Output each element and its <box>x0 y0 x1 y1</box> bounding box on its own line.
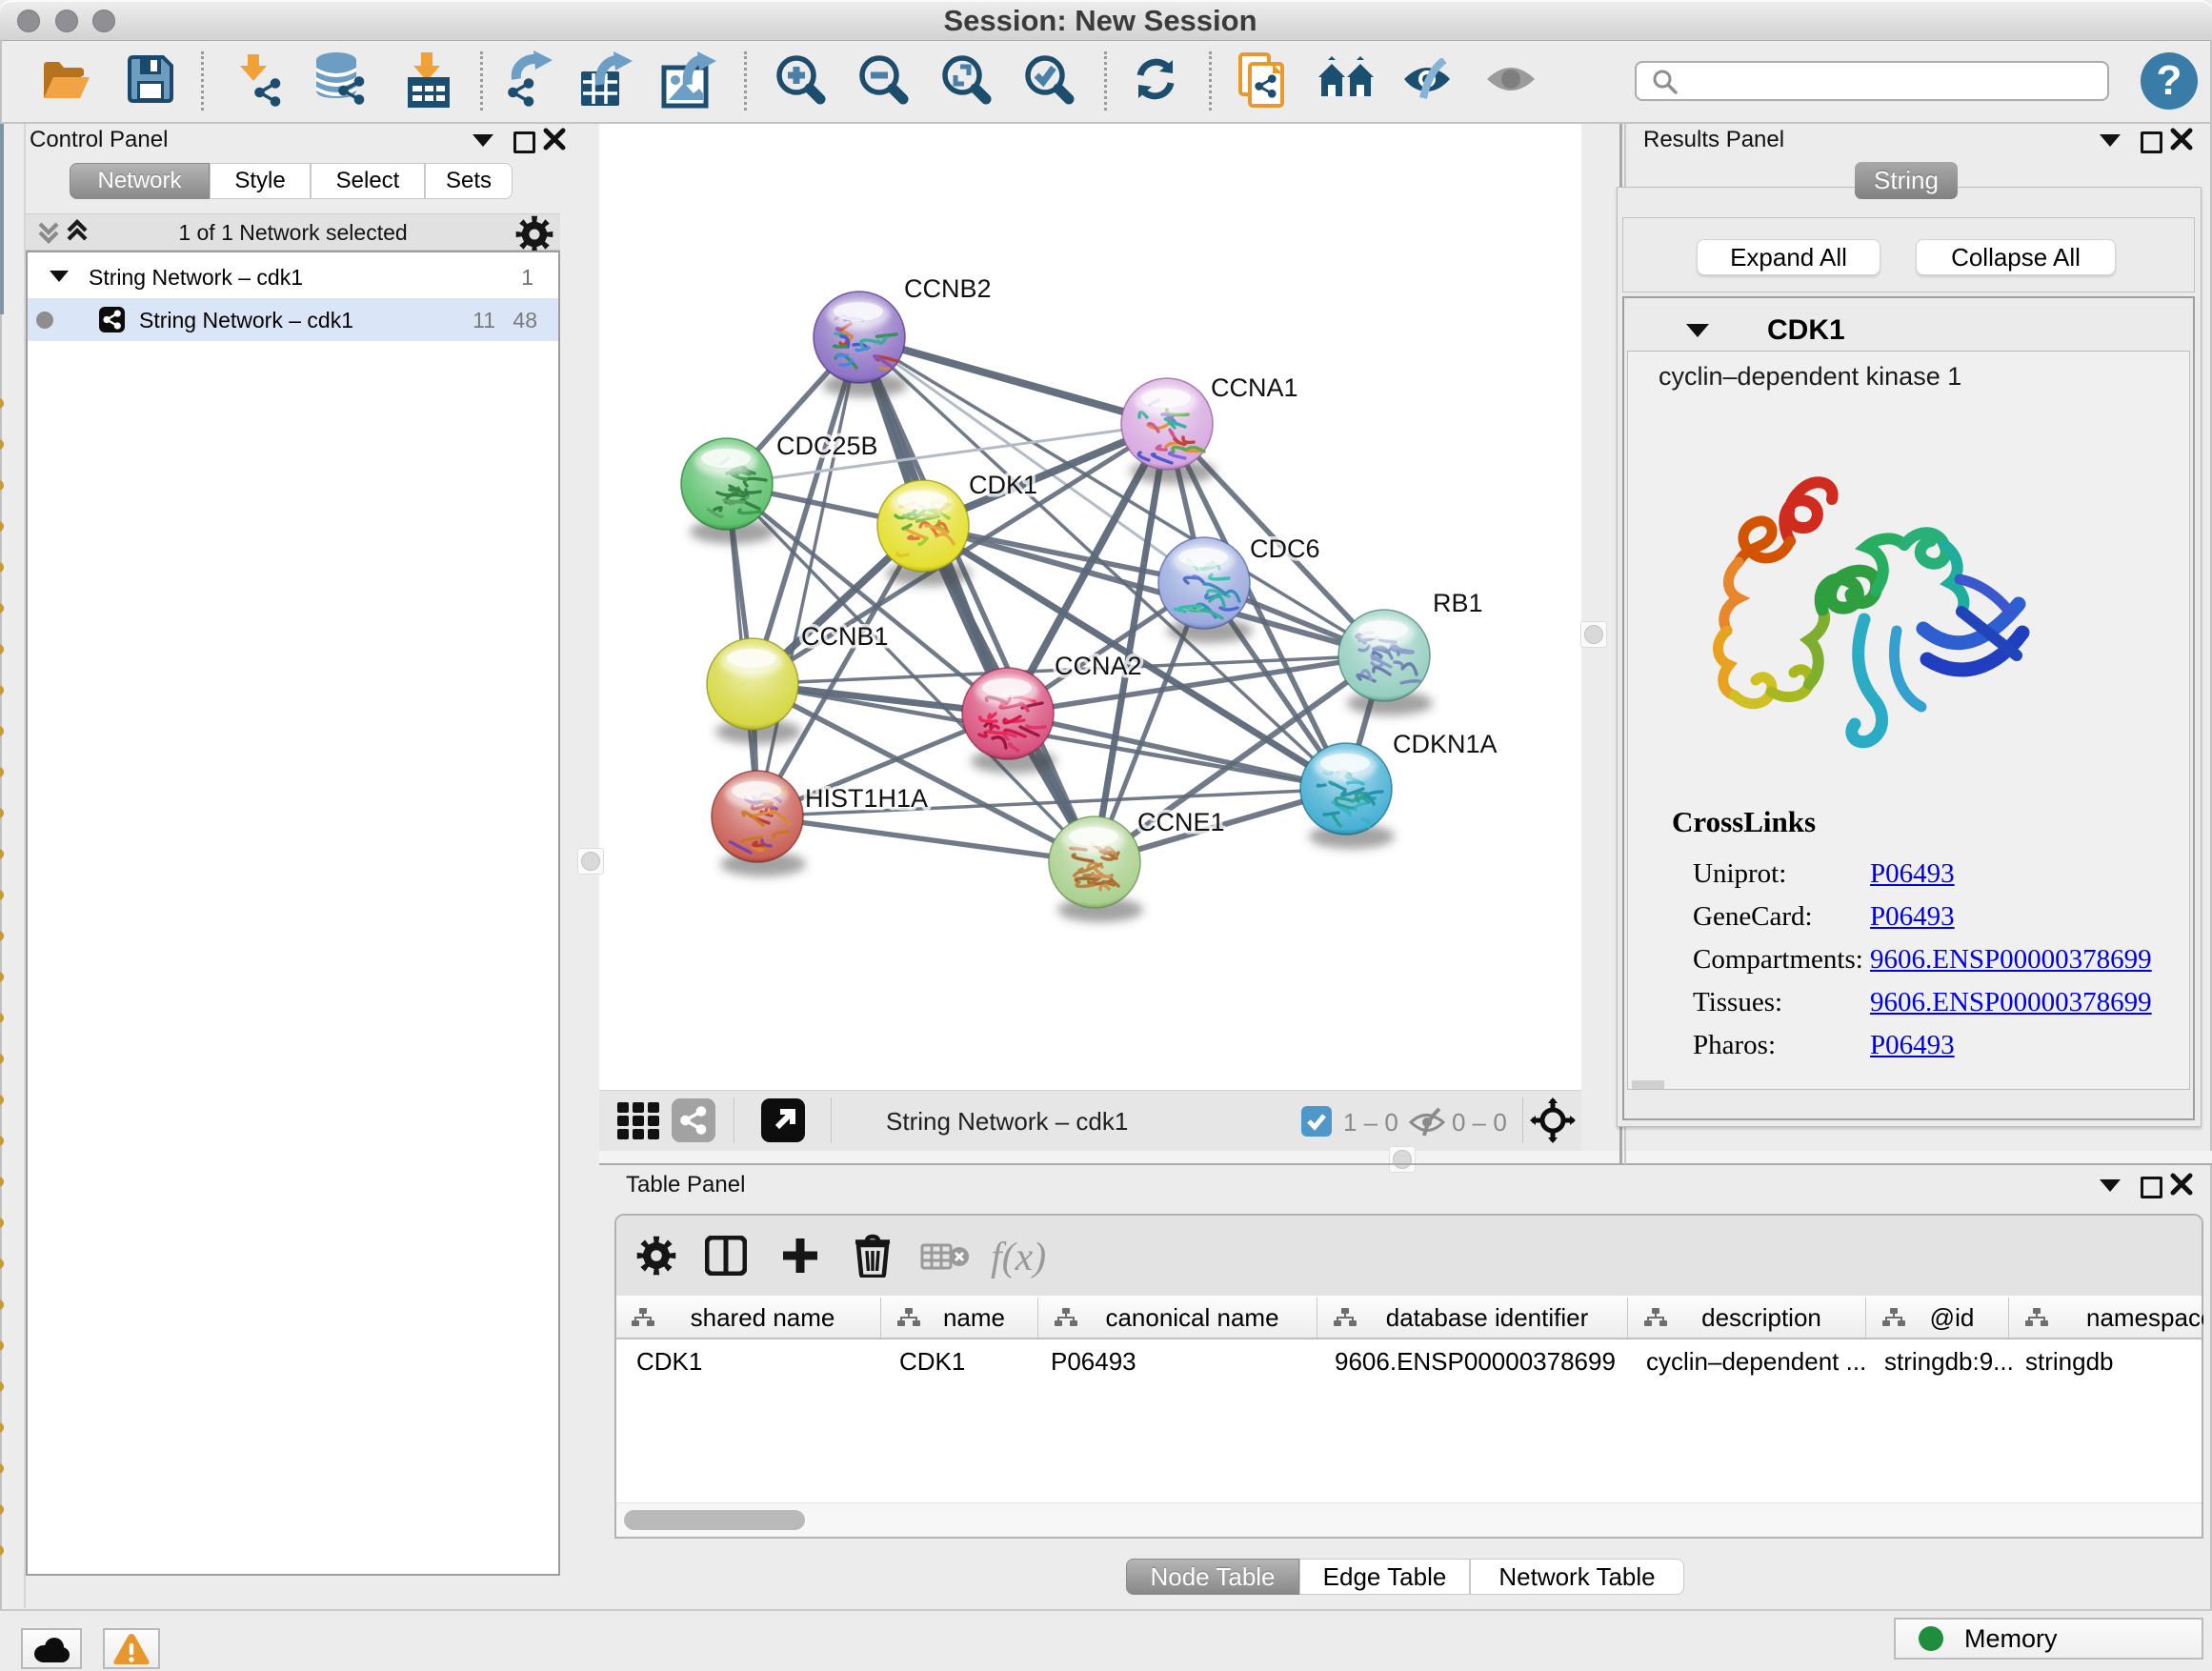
svg-text:CCNB2: CCNB2 <box>904 274 992 303</box>
svg-text:RB1: RB1 <box>1433 589 1483 617</box>
svg-text:CCNA1: CCNA1 <box>1211 373 1298 402</box>
svg-text:CDC25B: CDC25B <box>776 432 878 460</box>
svg-text:CCNA2: CCNA2 <box>1055 652 1142 680</box>
svg-text:HIST1H1A: HIST1H1A <box>805 784 928 813</box>
svg-text:CDK1: CDK1 <box>969 471 1037 499</box>
svg-text:CCNB1: CCNB1 <box>801 622 889 651</box>
svg-text:CDKN1A: CDKN1A <box>1393 730 1498 758</box>
svg-text:CDC6: CDC6 <box>1250 534 1320 563</box>
svg-text:CCNE1: CCNE1 <box>1137 808 1225 836</box>
